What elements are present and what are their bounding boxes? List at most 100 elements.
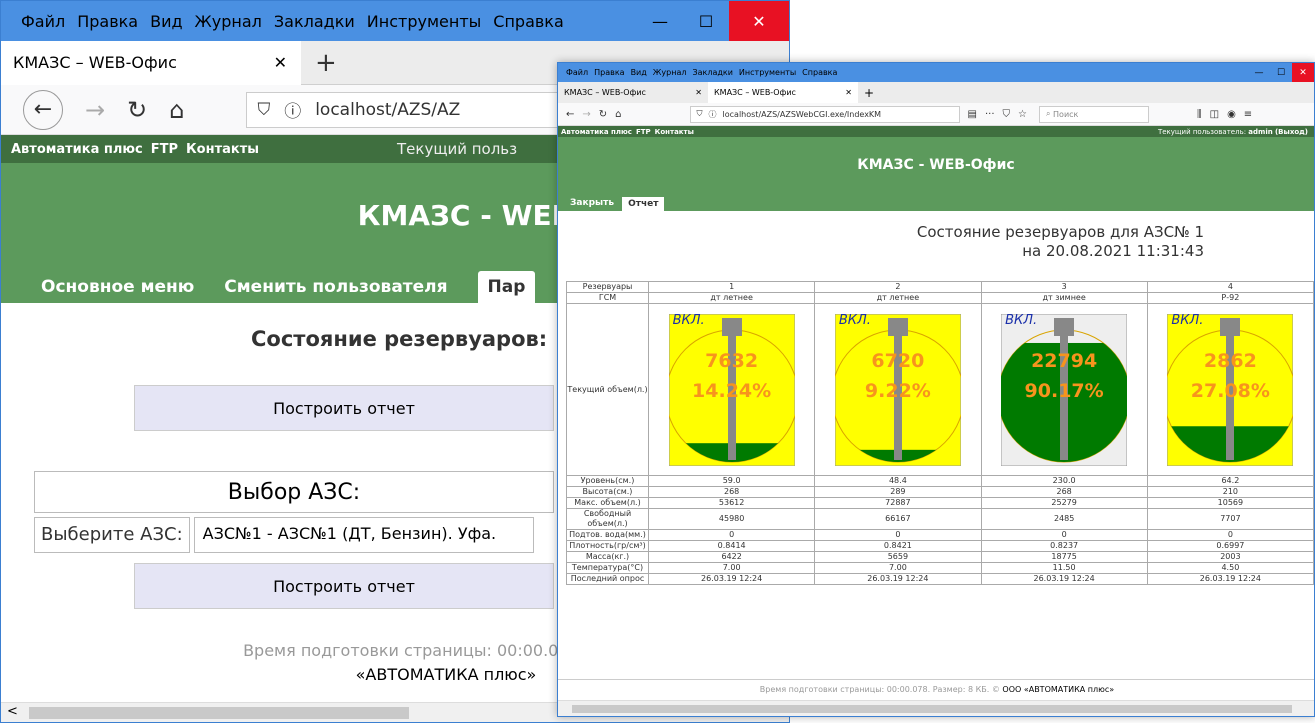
current-user-label: Текущий пользователь: — [1157, 127, 1247, 136]
menu-file[interactable]: Файл — [566, 63, 588, 82]
nav-close[interactable]: Закрыть — [570, 198, 614, 211]
build-report-button[interactable]: Построить отчет — [134, 385, 554, 431]
menu-view[interactable]: Вид — [631, 63, 647, 82]
menu-icon[interactable]: ≡ — [1244, 109, 1252, 120]
nav-report[interactable]: Отчет — [622, 197, 665, 211]
tank-probe-head — [887, 317, 908, 336]
nav-main-menu[interactable]: Основное меню — [41, 277, 194, 303]
tab-title: КМАЗС – WEB-Офис — [714, 88, 796, 97]
tank-level-cell: 59.0 — [647, 475, 816, 487]
front-browser-window: Файл Правка Вид Журнал Закладки Инструме… — [557, 62, 1315, 717]
reload-icon[interactable]: ↻ — [599, 109, 607, 120]
back-icon[interactable]: ← — [23, 89, 63, 130]
horizontal-scrollbar[interactable] — [558, 700, 1314, 716]
tank-gauge-cell: ВКЛ. 6720 9.22% — [814, 303, 982, 476]
tab-close-icon[interactable]: ✕ — [845, 88, 852, 97]
sidebar-icon[interactable]: ◫ — [1210, 109, 1219, 120]
library-icon[interactable]: ⫼ — [1197, 109, 1202, 120]
tank-gauge: ВКЛ. 22794 90.17% — [997, 313, 1131, 466]
link-contacts[interactable]: Контакты — [186, 142, 259, 157]
back-icon[interactable]: ← — [566, 109, 574, 120]
link-automatika[interactable]: Автоматика плюс — [11, 142, 143, 157]
logout-link[interactable]: (Выход) — [1275, 128, 1308, 136]
tank-level-cell: 230.0 — [980, 475, 1148, 487]
tank-density-cell: 0.8421 — [814, 540, 982, 552]
info-icon: ⓘ — [708, 109, 717, 119]
menu-edit[interactable]: Правка — [594, 63, 624, 82]
minimize-icon[interactable]: — — [637, 1, 683, 41]
tab-close-icon[interactable]: ✕ — [274, 53, 287, 72]
url-bar[interactable]: ⛉ ⓘ localhost/AZS/AZSWebCGI.exe/IndexKM — [689, 105, 960, 123]
bookmark-star-icon[interactable]: ☆ — [1018, 109, 1027, 120]
tank-last_poll-cell: 26.03.19 12:24 — [1146, 573, 1314, 585]
scroll-left-icon[interactable]: < — [7, 704, 18, 719]
forward-icon[interactable]: → — [85, 96, 105, 124]
browser-tab-1[interactable]: КМАЗС – WEB-Офис ✕ — [558, 82, 708, 103]
tab-close-icon[interactable]: ✕ — [695, 88, 702, 97]
build-report-button-2[interactable]: Построить отчет — [134, 563, 554, 609]
footer-company[interactable]: ООО «АВТОМАТИКА плюс» — [1002, 685, 1114, 694]
minimize-icon[interactable]: — — [1248, 63, 1270, 82]
nav-change-user[interactable]: Сменить пользователя — [224, 277, 447, 303]
station-select[interactable]: АЗС№1 - АЗС№1 (ДТ, Бензин). Уфа. — [193, 517, 534, 553]
home-icon[interactable]: ⌂ — [169, 96, 184, 124]
station-select-row: Выберите АЗС: АЗС№1 - АЗС№1 (ДТ, Бензин)… — [34, 517, 534, 553]
browser-tab-2[interactable]: КМАЗС – WEB-Офис ✕ — [708, 82, 858, 103]
search-input[interactable]: ⌕ Поиск — [1039, 105, 1149, 123]
row-label: Резервуары — [566, 281, 649, 293]
tank-id-cell: 3 — [980, 281, 1148, 293]
tank-water-cell: 0 — [1146, 529, 1314, 541]
menu-help[interactable]: Справка — [802, 63, 837, 82]
table-row: ГСМ дт летнее дт летнее дт зимнее Р-92 — [566, 292, 1314, 304]
url-bar[interactable]: ⛉ ⓘ localhost/AZS/AZ — [246, 91, 577, 128]
tank-height-cell: 289 — [814, 486, 982, 498]
menu-tools[interactable]: Инструменты — [739, 63, 796, 82]
table-row: Последний опрос 26.03.19 12:24 26.03.19 12… — [566, 573, 1314, 585]
tank-percent-value: 27.08% — [1190, 379, 1270, 402]
menu-file[interactable]: Файл — [21, 12, 65, 31]
browser-tab[interactable]: КМАЗС – WEB-Офис ✕ — [1, 40, 301, 85]
tank-density-cell: 0.6997 — [1146, 540, 1314, 552]
close-icon[interactable]: ✕ — [729, 1, 789, 41]
home-icon[interactable]: ⌂ — [615, 109, 621, 120]
maximize-icon[interactable]: ☐ — [683, 1, 729, 41]
nav-params[interactable]: Пар — [477, 271, 536, 303]
menu-tools[interactable]: Инструменты — [367, 12, 482, 31]
scroll-thumb[interactable] — [29, 707, 409, 719]
station-select-title: Выбор АЗС: — [34, 471, 554, 513]
menu-help[interactable]: Справка — [493, 12, 564, 31]
tank-water-cell: 0 — [647, 529, 816, 541]
more-icon[interactable]: ··· — [985, 109, 995, 120]
link-automatika[interactable]: Автоматика плюс — [561, 128, 632, 136]
new-tab-icon[interactable]: + — [864, 86, 874, 100]
forward-icon[interactable]: → — [582, 109, 590, 120]
current-user-label: Текущий польз — [397, 140, 518, 158]
menu-history[interactable]: Журнал — [195, 12, 262, 31]
station-select-label: Выберите АЗС: — [34, 517, 190, 553]
reader-icon[interactable]: ▤ — [968, 109, 977, 120]
maximize-icon[interactable]: ☐ — [1270, 63, 1292, 82]
link-ftp[interactable]: FTP — [636, 128, 651, 136]
pocket-icon[interactable]: ⛉ — [1003, 109, 1011, 120]
link-contacts[interactable]: Контакты — [655, 128, 694, 136]
menu-bookmarks[interactable]: Закладки — [692, 63, 732, 82]
row-label: ГСМ — [566, 292, 649, 304]
menu-edit[interactable]: Правка — [77, 12, 138, 31]
close-icon[interactable]: ✕ — [1292, 63, 1314, 82]
tank-temperature-cell: 11.50 — [980, 562, 1148, 574]
link-ftp[interactable]: FTP — [151, 142, 178, 157]
tank-max_volume-cell: 25279 — [980, 497, 1148, 509]
table-row: Температура(°С) 7.00 7.00 11.50 4.50 — [566, 562, 1314, 574]
menu-history[interactable]: Журнал — [653, 63, 687, 82]
tab-bar: КМАЗС – WEB-Офис ✕ КМАЗС – WEB-Офис ✕ + — [558, 82, 1314, 103]
new-tab-icon[interactable]: + — [315, 48, 337, 78]
window-controls: — ☐ ✕ — [637, 1, 789, 41]
tank-last_poll-cell: 26.03.19 12:24 — [980, 573, 1148, 585]
tank-level-cell: 64.2 — [1146, 475, 1314, 487]
menu-bookmarks[interactable]: Закладки — [274, 12, 355, 31]
account-icon[interactable]: ◉ — [1227, 109, 1236, 120]
menu-view[interactable]: Вид — [150, 12, 182, 31]
scroll-thumb[interactable] — [572, 705, 1292, 713]
table-row: Резервуары 1 2 3 4 — [566, 281, 1314, 293]
reload-icon[interactable]: ↻ — [127, 96, 147, 124]
